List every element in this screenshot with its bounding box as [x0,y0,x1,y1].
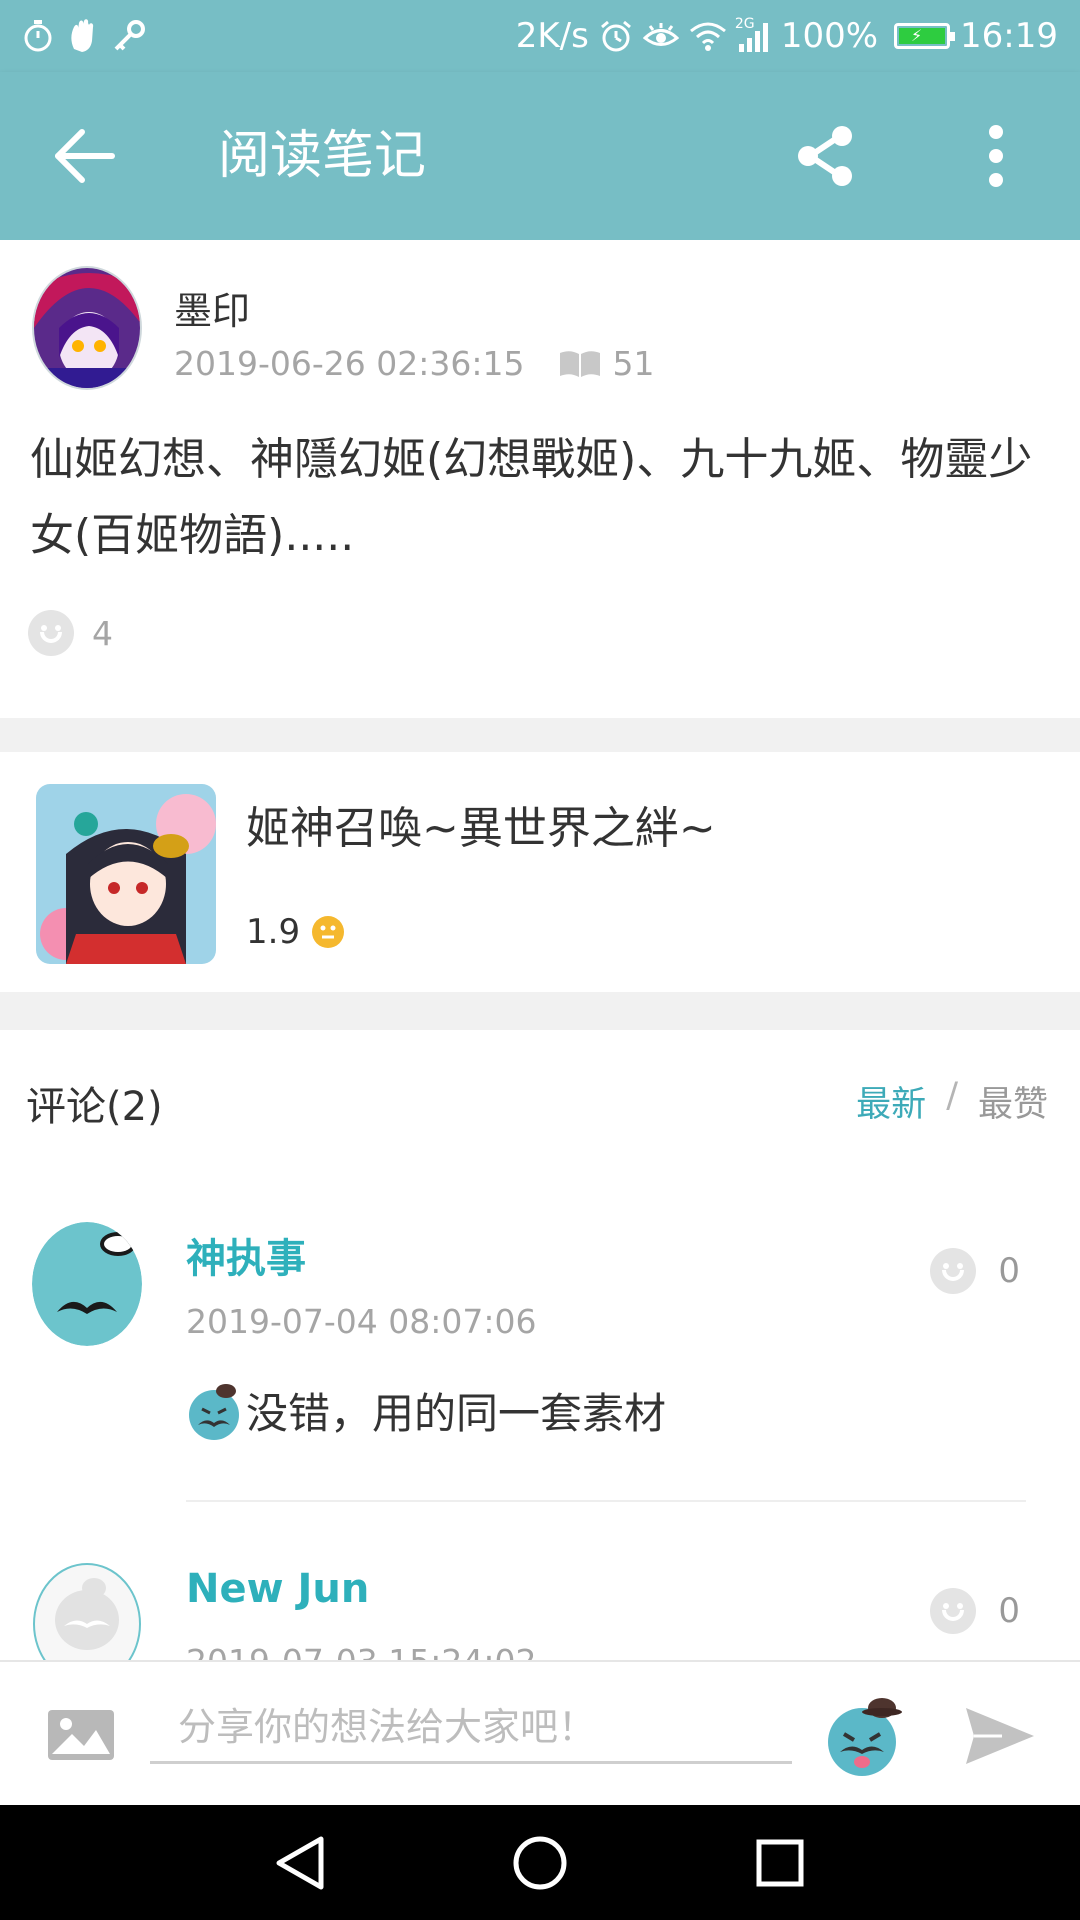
comment-like-button[interactable]: 0 [930,1588,1020,1634]
status-bar: 2K/s 2G 100% ⚡ 16:19 [0,0,1080,72]
network-type: 2G [734,16,755,32]
book-icon [560,350,601,377]
battery-charging-icon: ⚡ [894,23,956,49]
comment-sort: 最新 / 最赞 [856,1076,1048,1127]
section-divider [0,718,1080,752]
image-icon [48,1710,114,1760]
comment-divider [186,1500,1026,1502]
read-count: 51 [612,344,655,383]
post-like-count: 4 [92,613,113,653]
comment-username[interactable]: 神执事 [186,1226,306,1284]
post-meta: 2019-06-26 02:36:15 51 [174,344,654,383]
send-button[interactable] [962,1704,1038,1768]
comment-input-bar [0,1660,1080,1805]
smile-icon [28,610,74,656]
nav-back-icon [276,1836,324,1890]
key-icon [112,19,146,53]
comments-section: 评论(2) 最新 / 最赞 神执事 2019-07-04 08:07:06 没错… [0,1030,1080,1660]
share-icon [798,126,852,186]
hand-icon [68,19,98,53]
stopwatch-icon [22,19,54,53]
nav-home-icon [513,1836,567,1890]
nav-home-button[interactable] [510,1833,570,1893]
share-button[interactable] [782,112,870,200]
comment-like-count: 0 [998,1251,1020,1291]
battery-percent: 100% [780,16,879,56]
neutral-face-icon [312,916,345,948]
page-title: 阅读笔记 [218,126,427,186]
clock: 16:19 [960,16,1058,56]
game-rating: 1.9 [246,912,345,952]
send-icon [966,1708,1034,1764]
net-speed: 2K/s [515,16,589,56]
mustache-emoji-icon [189,1383,239,1440]
comment-avatar[interactable] [32,1222,142,1346]
author-name[interactable]: 墨印 [174,280,250,335]
section-divider [0,992,1080,1030]
post-date: 2019-06-26 02:36:15 [174,344,525,383]
eye-icon [642,21,679,51]
add-image-button[interactable] [46,1708,116,1762]
post-content: 仙姬幻想、神隱幻姬(幻想戰姬)、九十九姬、物靈少女(百姬物語)..... [30,434,1033,561]
nav-recents-icon [756,1839,804,1887]
back-arrow-icon [55,129,115,183]
game-card[interactable]: 姬神召喚~異世界之絆~ 1.9 [0,752,1080,992]
comments-header: 评论(2) [26,1084,163,1130]
comment-input[interactable] [150,1692,792,1764]
wifi-icon [689,21,727,51]
signal-icon: 2G [735,16,771,52]
nav-back-button[interactable] [270,1833,330,1893]
game-thumbnail [36,784,216,964]
more-vertical-icon [989,125,1003,187]
smile-icon [930,1588,977,1634]
nav-recents-button[interactable] [750,1833,810,1893]
status-left-icons [22,18,146,54]
sort-separator: / [946,1076,958,1116]
smile-icon [930,1248,977,1294]
post-card: 墨印 2019-06-26 02:36:15 51 仙姬幻想、神隱幻姬(幻想戰姬… [0,240,1080,718]
comment-text-content: 没错，用的同一套素材 [246,1389,667,1438]
status-right: 2K/s 2G 100% ⚡ 16:19 [516,14,1058,58]
author-avatar[interactable] [32,266,142,390]
screen: 2K/s 2G 100% ⚡ 16:19 阅读笔记 墨印 2019-06-26 … [0,0,1080,1920]
comment-like-count: 0 [998,1591,1020,1631]
comment-username[interactable]: New Jun [186,1566,369,1612]
rating-value: 1.9 [246,912,301,952]
comment-text: 没错，用的同一套素材 [186,1380,666,1441]
comment-avatar[interactable] [32,1562,142,1660]
comment-date: 2019-07-04 08:07:06 [186,1302,537,1341]
sort-top-button[interactable]: 最赞 [978,1076,1048,1127]
sort-latest-button[interactable]: 最新 [856,1076,926,1127]
post-like-button[interactable]: 4 [28,610,113,656]
alarm-icon [599,19,633,53]
back-button[interactable] [40,112,128,200]
app-bar: 阅读笔记 [0,72,1080,240]
game-title: 姬神召喚~異世界之絆~ [246,803,716,854]
system-nav-bar [0,1805,1080,1920]
emoji-button[interactable] [822,1694,906,1778]
comment-date: 2019-07-03 15:24:02 [186,1642,536,1660]
emoji-icon [828,1698,902,1776]
more-options-button[interactable] [952,112,1040,200]
comment-like-button[interactable]: 0 [930,1248,1020,1294]
